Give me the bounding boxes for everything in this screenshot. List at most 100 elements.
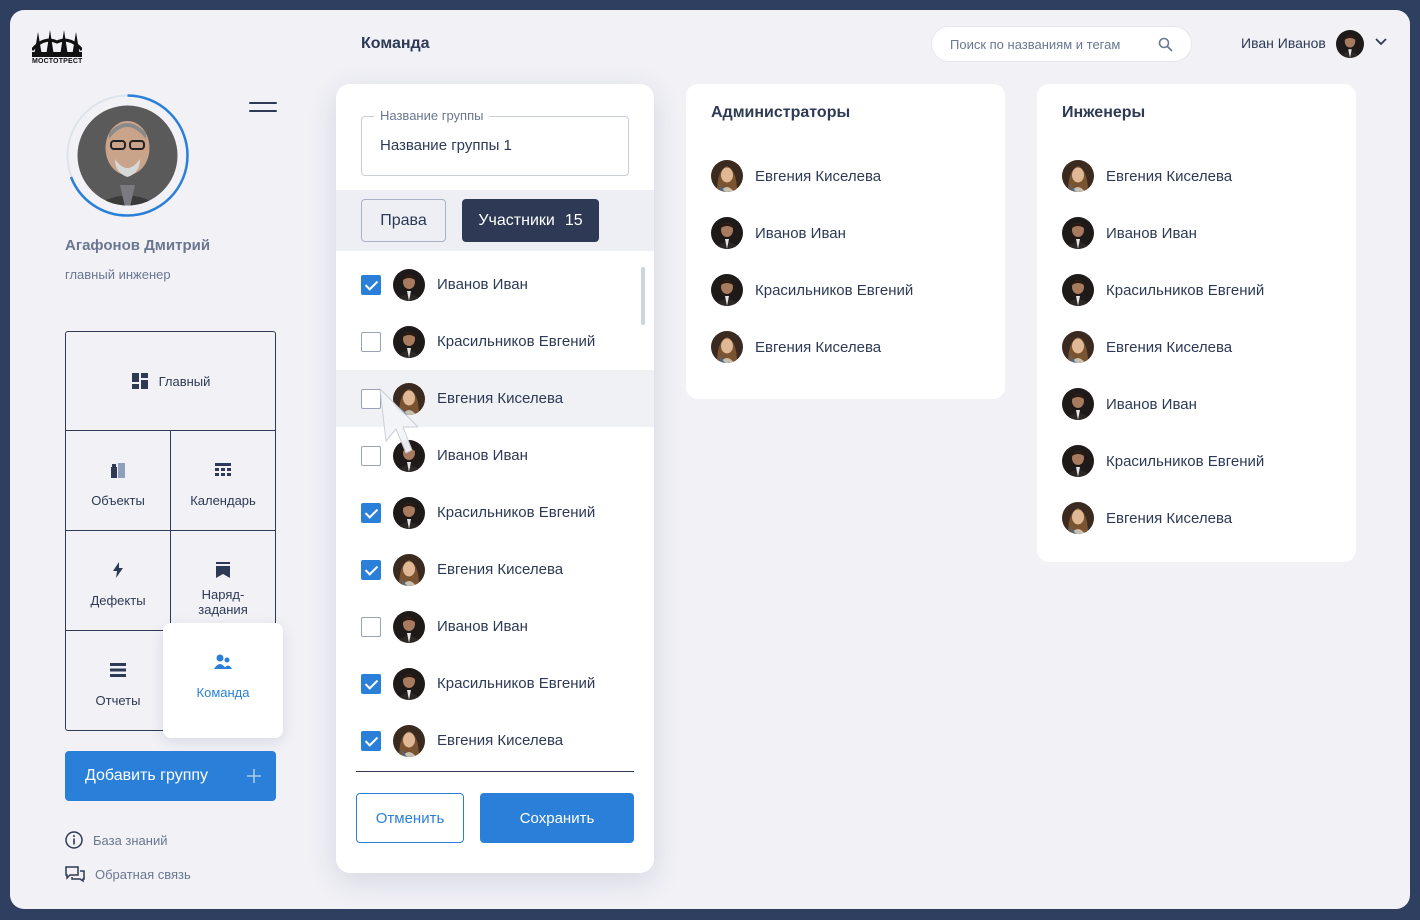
save-button[interactable]: Сохранить [480, 793, 634, 843]
company-logo[interactable]: МОСТОТРЕСТ [30, 28, 84, 72]
member-name: Иванов Иван [1106, 395, 1197, 413]
member-checkbox[interactable] [361, 559, 381, 580]
page-title: Команда [361, 35, 430, 52]
knowledge-base-link[interactable]: База знаний [65, 831, 168, 849]
list-item[interactable]: Иванов Иван [336, 598, 654, 655]
nav-item-reports[interactable]: Отчеты [66, 631, 171, 730]
avatar [1062, 274, 1094, 306]
list-item[interactable]: Евгения Киселева [1062, 502, 1232, 534]
logo-bridge-icon [30, 30, 84, 57]
avatar [393, 269, 425, 301]
tab-rights[interactable]: Права [361, 199, 446, 242]
members-count-badge: 15 [564, 211, 583, 229]
profile-avatar[interactable] [65, 93, 190, 218]
member-name: Красильников Евгений [1106, 452, 1265, 470]
list-item[interactable]: Красильников Евгений [336, 313, 654, 370]
avatar [393, 554, 425, 586]
lightning-icon [113, 562, 123, 578]
user-avatar[interactable] [1336, 30, 1364, 58]
nav-label-tasks-line1: Наряд- [201, 587, 245, 602]
tabs-bar: Права Участники 15 [336, 190, 654, 251]
list-item[interactable]: Евгения Киселева [336, 541, 654, 598]
avatar [1062, 331, 1094, 363]
list-item[interactable]: Евгения Киселева [336, 712, 654, 769]
avatar [711, 331, 743, 363]
tab-members[interactable]: Участники 15 [462, 199, 599, 242]
nav-label-team: Команда [196, 685, 250, 700]
list-item[interactable]: Евгения Киселева [711, 331, 881, 363]
list-item[interactable]: Красильников Евгений [336, 484, 654, 541]
user-name[interactable]: Иван Иванов [1241, 35, 1326, 51]
list-item[interactable]: Евгения Киселева [711, 160, 881, 192]
group-edit-panel: Название группы Название группы 1 Права … [336, 84, 654, 873]
nav-label-tasks: Наряд-задания [198, 587, 248, 617]
calendar-icon [215, 463, 231, 476]
profile-name: Агафонов Дмитрий [65, 237, 211, 254]
nav-item-team[interactable]: Команда [163, 623, 283, 738]
member-name: Красильников Евгений [437, 675, 596, 692]
member-name: Евгения Киселева [1106, 509, 1233, 527]
members-list: Иванов Иван Красильников Евгений Евгения… [336, 251, 654, 769]
member-name: Иванов Иван [755, 224, 846, 242]
group-card-engineers[interactable]: Инженеры Евгения Киселева Иванов Иван Кр… [1037, 84, 1356, 562]
hamburger-menu-icon[interactable] [249, 102, 277, 114]
nav-item-calendar[interactable]: Календарь [171, 431, 275, 531]
group-name-field[interactable]: Название группы Название группы 1 [361, 108, 629, 176]
logo-text: МОСТОТРЕСТ [32, 58, 83, 65]
divider [356, 771, 634, 772]
list-icon [110, 663, 126, 677]
group-card-title: Инженеры [1062, 104, 1146, 121]
nav-item-tasks[interactable]: Наряд-задания [171, 531, 275, 631]
group-name-value: Название группы 1 [380, 137, 512, 154]
member-checkbox[interactable] [361, 502, 381, 523]
feedback-link[interactable]: Обратная связь [65, 865, 191, 883]
nav-item-defects[interactable]: Дефекты [66, 531, 171, 631]
list-item[interactable]: Красильников Евгений [1062, 445, 1264, 477]
list-item[interactable]: Евгения Киселева [1062, 331, 1232, 363]
member-checkbox[interactable] [361, 331, 381, 352]
avatar [1062, 388, 1094, 420]
bookmark-icon [216, 562, 230, 578]
search-icon[interactable] [1158, 37, 1173, 52]
search-placeholder: Поиск по названиям и тегам [950, 36, 1121, 52]
member-checkbox[interactable] [361, 730, 381, 751]
member-name: Евгения Киселева [1106, 338, 1233, 356]
nav-item-main[interactable]: Главный [66, 332, 275, 431]
member-name: Евгения Киселева [437, 561, 564, 578]
nav-item-objects[interactable]: Объекты [66, 431, 171, 531]
avatar [393, 668, 425, 700]
search-input[interactable]: Поиск по названиям и тегам [931, 26, 1192, 62]
avatar [393, 611, 425, 643]
avatar [393, 326, 425, 358]
list-item[interactable]: Иванов Иван [711, 217, 846, 249]
member-name: Иванов Иван [437, 276, 528, 293]
chat-icon [65, 866, 85, 883]
navigation-grid: Главный Объекты Календарь Дефекты Наряд-… [65, 331, 283, 738]
cancel-button[interactable]: Отменить [356, 793, 464, 843]
member-checkbox[interactable] [361, 274, 381, 295]
list-item[interactable]: Евгения Киселева [1062, 160, 1232, 192]
list-item[interactable]: Иванов Иван [1062, 388, 1197, 420]
info-icon [65, 831, 83, 849]
avatar [711, 160, 743, 192]
scrollbar[interactable] [641, 267, 645, 325]
nav-label-reports: Отчеты [95, 693, 141, 708]
chevron-down-icon[interactable] [1375, 38, 1387, 46]
list-item[interactable]: Иванов Иван [1062, 217, 1197, 249]
nav-label-defects: Дефекты [90, 593, 146, 608]
member-name: Евгения Киселева [437, 390, 564, 407]
member-checkbox[interactable] [361, 673, 381, 694]
add-group-button[interactable]: Добавить группу [65, 751, 276, 801]
member-name: Красильников Евгений [437, 333, 596, 350]
member-name: Красильников Евгений [1106, 281, 1265, 299]
knowledge-base-label: База знаний [93, 832, 168, 848]
group-card-title: Администраторы [711, 104, 851, 121]
feedback-label: Обратная связь [95, 866, 191, 882]
member-name: Иванов Иван [437, 618, 528, 635]
list-item[interactable]: Красильников Евгений [1062, 274, 1264, 306]
list-item[interactable]: Иванов Иван [336, 256, 654, 313]
list-item[interactable]: Красильников Евгений [711, 274, 913, 306]
list-item[interactable]: Красильников Евгений [336, 655, 654, 712]
group-card-administrators[interactable]: Администраторы Евгения Киселева Иванов И… [686, 84, 1005, 399]
member-checkbox[interactable] [361, 616, 381, 637]
